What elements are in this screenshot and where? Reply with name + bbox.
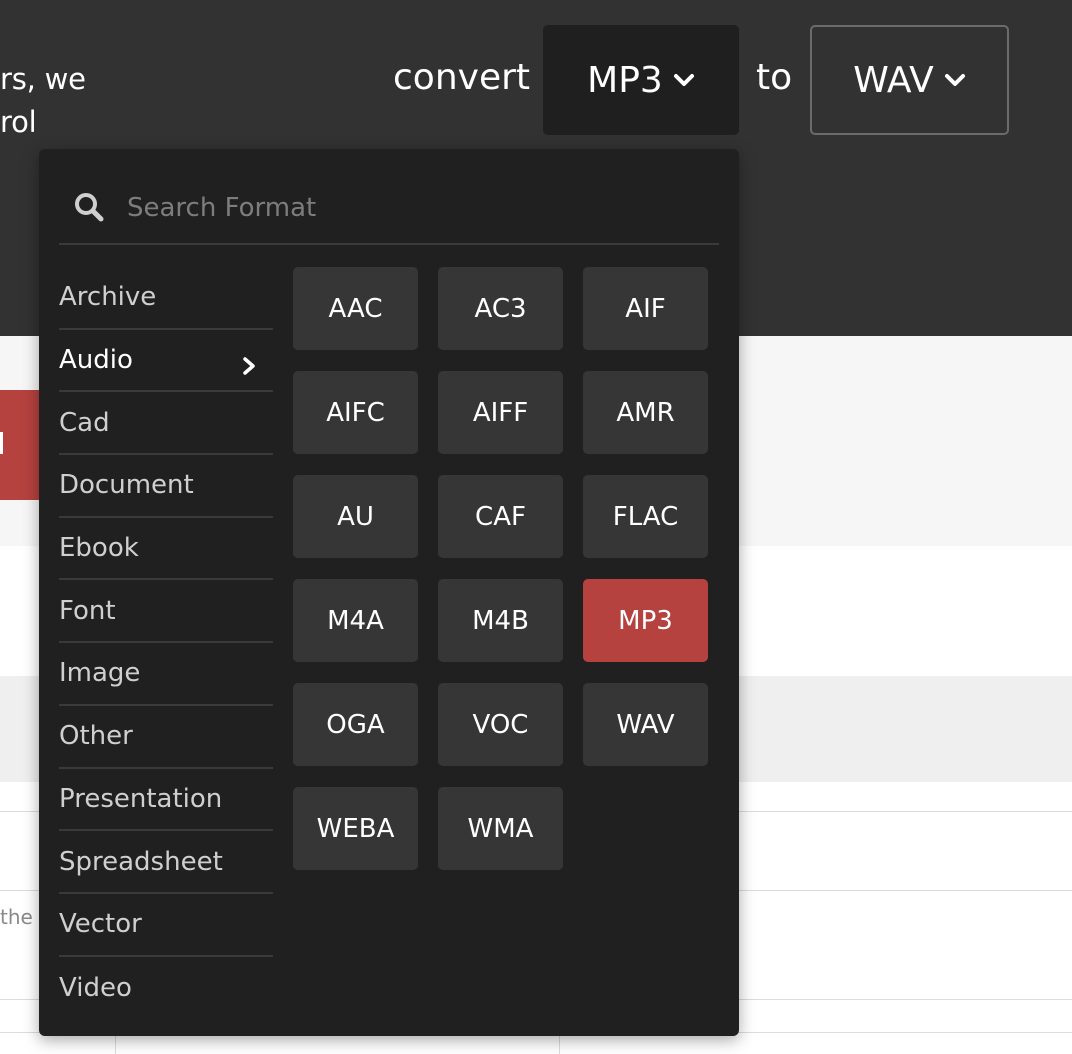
chevron-down-icon <box>944 69 966 91</box>
category-item-spreadsheet[interactable]: Spreadsheet <box>59 831 273 894</box>
table-cell-text: the <box>0 905 33 929</box>
format-button-m4b[interactable]: M4B <box>438 579 563 662</box>
format-button-amr[interactable]: AMR <box>583 371 708 454</box>
format-button-flac[interactable]: FLAC <box>583 475 708 558</box>
category-item-audio[interactable]: Audio <box>59 330 273 393</box>
category-label: Archive <box>59 282 157 313</box>
format-search-input[interactable] <box>127 187 687 229</box>
table-column-divider <box>559 1036 560 1054</box>
category-label: Presentation <box>59 783 223 814</box>
category-label: Other <box>59 721 133 752</box>
format-button-voc[interactable]: VOC <box>438 683 563 766</box>
format-button-mp3[interactable]: MP3 <box>583 579 708 662</box>
format-button-wma[interactable]: WMA <box>438 787 563 870</box>
category-item-font[interactable]: Font <box>59 580 273 644</box>
category-label: Spreadsheet <box>59 846 223 877</box>
category-label: Ebook <box>59 533 139 564</box>
to-format-label: WAV <box>853 59 934 101</box>
intro-line-1: rs, we <box>0 62 86 96</box>
format-button-aac[interactable]: AAC <box>293 267 418 350</box>
category-label: Image <box>59 658 141 689</box>
category-item-document[interactable]: Document <box>59 455 273 518</box>
category-label: Audio <box>59 345 133 376</box>
format-grid: AAC AC3 AIF AIFC AIFF AMR AU CAF FLAC M4A M4B MP3 OG… <box>293 267 709 870</box>
category-item-vector[interactable]: Vector <box>59 894 273 957</box>
category-item-archive[interactable]: Archive <box>59 267 273 330</box>
category-label: Cad <box>59 407 110 438</box>
category-item-cad[interactable]: Cad <box>59 392 273 456</box>
from-format-label: MP3 <box>587 59 663 101</box>
category-item-image[interactable]: Image <box>59 643 273 706</box>
category-item-other[interactable]: Other <box>59 706 273 769</box>
format-button-m4a[interactable]: M4A <box>293 579 418 662</box>
format-button-au[interactable]: AU <box>293 475 418 558</box>
chevron-down-icon <box>673 69 695 91</box>
category-item-presentation[interactable]: Presentation <box>59 769 273 832</box>
intro-text: rs, we rol <box>0 58 86 144</box>
category-list: Archive Audio Cad Document Ebook Font Image Oth… <box>59 267 273 1019</box>
intro-line-2: rol <box>0 105 37 139</box>
table-column-divider <box>115 1036 116 1054</box>
search-icon <box>73 191 105 223</box>
format-button-caf[interactable]: CAF <box>438 475 563 558</box>
upload-button-glyph <box>0 432 3 454</box>
to-label: to <box>756 57 793 98</box>
format-search-row <box>59 179 719 245</box>
format-dropdown: Archive Audio Cad Document Ebook Font Image Oth… <box>39 149 739 1036</box>
category-label: Vector <box>59 909 142 940</box>
from-format-select[interactable]: MP3 <box>543 25 739 135</box>
category-item-ebook[interactable]: Ebook <box>59 518 273 581</box>
format-button-weba[interactable]: WEBA <box>293 787 418 870</box>
category-label: Document <box>59 470 194 501</box>
to-format-select[interactable]: WAV <box>810 25 1009 135</box>
category-label: Font <box>59 595 116 626</box>
category-label: Video <box>59 972 132 1003</box>
format-button-aif[interactable]: AIF <box>583 267 708 350</box>
format-button-wav[interactable]: WAV <box>583 683 708 766</box>
format-button-oga[interactable]: OGA <box>293 683 418 766</box>
category-item-video[interactable]: Video <box>59 957 273 1020</box>
convert-label: convert <box>393 57 531 98</box>
format-button-aiff[interactable]: AIFF <box>438 371 563 454</box>
chevron-right-icon <box>241 352 257 375</box>
format-button-ac3[interactable]: AC3 <box>438 267 563 350</box>
format-button-aifc[interactable]: AIFC <box>293 371 418 454</box>
